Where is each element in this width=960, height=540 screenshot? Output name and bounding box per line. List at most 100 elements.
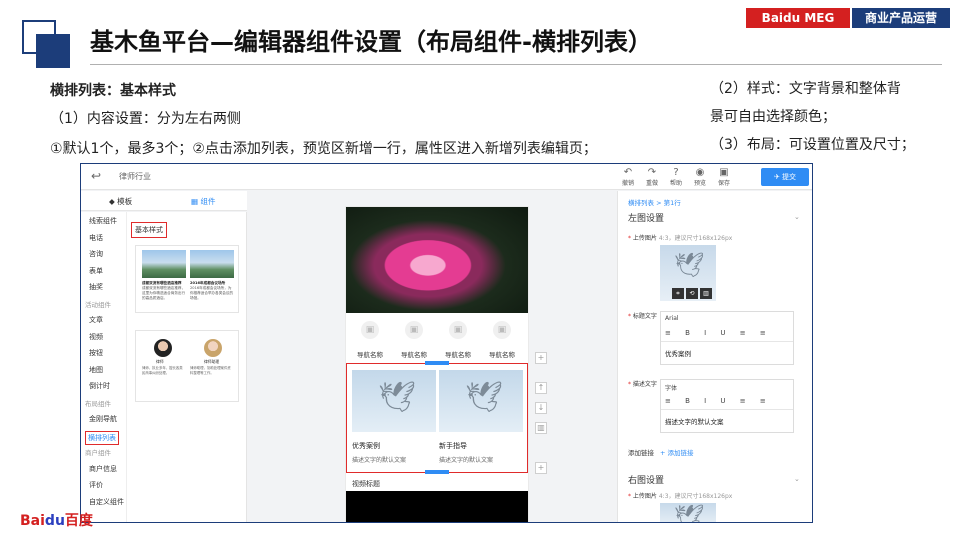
card-image-right bbox=[190, 250, 234, 278]
preview-canvas: ▣ 导航名称 ▣ 导航名称 ▣ 导航名称 ▣ 导航名称 🕊 优秀案例 描述文字的默认文案 🕊 … bbox=[345, 206, 529, 522]
component-item[interactable]: 金刚导航 bbox=[89, 414, 117, 424]
style-card-avatar[interactable]: 律师 律师助理 律师，执业多年，擅长各类民商事纠纷处理。 律师助理，协助处理案件… bbox=[135, 330, 239, 402]
component-item[interactable]: 线索组件 bbox=[89, 216, 117, 226]
link-row: 添加链接 + 添加链接 bbox=[628, 449, 694, 457]
desc-text-label: * 描述文字 bbox=[628, 381, 657, 388]
component-item[interactable]: 自定义组件 bbox=[89, 497, 124, 507]
video-block[interactable] bbox=[346, 491, 528, 522]
font-select[interactable]: Arial bbox=[665, 315, 679, 322]
toolbar-preview-button[interactable]: ◉ 预览 bbox=[689, 167, 711, 187]
desc-text-editor[interactable]: 字体 ≡ B I U ≡ ≡ 描述文字的默认文案 bbox=[660, 379, 794, 433]
title-text-input[interactable]: 优秀案例 bbox=[661, 342, 793, 364]
logo-filled-square bbox=[36, 34, 70, 68]
delete-icon[interactable]: ▥ bbox=[535, 422, 547, 434]
editor-toolbar: Arial ≡ B I U ≡ ≡ bbox=[661, 312, 793, 342]
font-select[interactable]: 字体 bbox=[665, 383, 677, 392]
style-card-image[interactable]: 成都双流有哪些酒店推荐 成都双流有哪些酒店推荐，这里为你精选适合商务出行的高品质酒… bbox=[135, 245, 239, 313]
gull-image: 🕊 bbox=[439, 370, 523, 432]
component-item[interactable]: 倒计时 bbox=[89, 381, 110, 391]
move-down-icon[interactable]: ↓ bbox=[535, 402, 547, 414]
toolbar-redo-button[interactable]: ↷ 重做 bbox=[641, 167, 663, 187]
avatar-desc-right: 律师助理，协助处理案件资料整理等工作。 bbox=[190, 366, 231, 375]
add-link-button[interactable]: + 添加链接 bbox=[660, 449, 694, 457]
nav-item-label: 导航名称 bbox=[489, 351, 515, 359]
chevron-down-icon[interactable]: ⌄ bbox=[794, 213, 800, 221]
replace-icon[interactable]: ⟲ bbox=[686, 288, 698, 299]
back-icon[interactable]: ↩ bbox=[91, 169, 101, 183]
list-item[interactable]: 🕊 新手指导 描述文字的默认文案 bbox=[439, 370, 523, 464]
toolbar-save-button[interactable]: ▣ 保存 bbox=[713, 167, 735, 187]
component-item[interactable]: 地图 bbox=[89, 365, 103, 375]
move-up-icon[interactable]: ↑ bbox=[535, 382, 547, 394]
toolbar-label: 撤销 bbox=[621, 180, 634, 187]
component-group-label: 商户组件 bbox=[85, 449, 111, 457]
desc-line-2: ①默认1个，最多3个；②点击添加列表，预览区新增一行，属性区进入新增列表编辑页； bbox=[50, 141, 597, 157]
chevron-down-icon[interactable]: ⌄ bbox=[794, 475, 800, 483]
upload-label: * 上传图片 4:3，建议尺寸168x126px bbox=[628, 493, 733, 500]
drag-handle-bottom[interactable] bbox=[425, 470, 449, 474]
style-panel: 基本样式 成都双流有哪些酒店推荐 成都双流有哪些酒店推荐，这里为你精选适合商务出行… bbox=[127, 212, 247, 522]
nav-item[interactable]: ▣ 导航名称 bbox=[482, 321, 522, 361]
style-label-basic[interactable]: 基本样式 bbox=[131, 222, 167, 238]
avatar-name-left: 律师 bbox=[156, 359, 164, 364]
list-item-desc: 描述文字的默认文案 bbox=[352, 457, 407, 464]
horizontal-list-block[interactable]: 🕊 优秀案例 描述文字的默认文案 🕊 新手指导 描述文字的默认文案 bbox=[346, 361, 528, 474]
submit-button[interactable]: ✈ 提交 bbox=[761, 168, 809, 186]
baidu-logo: Baidu百度 bbox=[20, 513, 93, 529]
crop-icon[interactable]: ⌗ bbox=[672, 288, 684, 299]
toolbar-help-button[interactable]: ? 帮助 bbox=[665, 167, 687, 187]
title-text-editor[interactable]: Arial ≡ B I U ≡ ≡ 优秀案例 bbox=[660, 311, 794, 365]
component-item[interactable]: 表单 bbox=[89, 266, 103, 276]
breadcrumb[interactable]: 横排列表 > 第1行 bbox=[628, 197, 681, 207]
toolbar-label: 重做 bbox=[645, 180, 658, 187]
component-group-label: 活动组件 bbox=[85, 300, 111, 309]
nav-item[interactable]: ▣ 导航名称 bbox=[438, 321, 478, 361]
editor-screenshot: ↩ 律师行业 ↶ 撤销 ↷ 重做? 帮助 ◉ 预览 ▣ 保存 ✈ 提交 ◆ 模板 ▦ 组件 线索… bbox=[80, 163, 813, 523]
component-item[interactable]: 电话 bbox=[89, 233, 103, 243]
tab-component[interactable]: ▦ 组件 bbox=[191, 196, 215, 207]
trash-icon[interactable]: ▥ bbox=[700, 288, 712, 299]
toolbar-label: 帮助 bbox=[669, 180, 682, 187]
toolbar-label: 预览 bbox=[693, 180, 706, 187]
toolbar-undo-button[interactable]: ↶ 撤销 bbox=[617, 167, 639, 187]
component-item[interactable]: 评价 bbox=[89, 480, 103, 490]
undo-icon: ↶ bbox=[623, 167, 633, 178]
component-group-label: 布局组件 bbox=[85, 399, 111, 408]
image-placeholder-icon: ▣ bbox=[405, 321, 423, 339]
left-image-section-title: 左图设置 bbox=[628, 214, 665, 224]
help-icon: ? bbox=[673, 167, 679, 178]
add-above-icon[interactable]: + bbox=[535, 352, 547, 364]
list-item-desc: 描述文字的默认文案 bbox=[439, 457, 494, 464]
upload-label: * 上传图片 4:3，建议尺寸168x126px bbox=[628, 235, 733, 242]
component-item[interactable]: 咨询 bbox=[89, 249, 103, 259]
nav-item[interactable]: ▣ 导航名称 bbox=[394, 321, 434, 361]
desc-heading: 横排列表：基本样式 bbox=[50, 83, 176, 99]
desc-text-input[interactable]: 描述文字的默认文案 bbox=[661, 410, 793, 432]
component-item[interactable]: 视频 bbox=[89, 332, 103, 342]
editor-toolbar: 字体 ≡ B I U ≡ ≡ bbox=[661, 380, 793, 410]
upload-image-preview[interactable]: 🕊 bbox=[660, 503, 716, 522]
nav-item-label: 导航名称 bbox=[445, 351, 471, 359]
component-item[interactable]: 商户信息 bbox=[89, 464, 117, 474]
desc-right-1: （2）样式：文字背景和整体背 bbox=[710, 81, 901, 97]
format-buttons[interactable]: ≡ B I U ≡ ≡ bbox=[665, 397, 772, 405]
nav-item-label: 导航名称 bbox=[357, 351, 383, 359]
component-item[interactable]: 按钮 bbox=[89, 348, 103, 358]
drag-handle-top[interactable] bbox=[425, 361, 449, 365]
list-item[interactable]: 🕊 优秀案例 描述文字的默认文案 bbox=[352, 370, 436, 464]
nav-item-label: 导航名称 bbox=[401, 351, 427, 359]
component-item[interactable]: 横排列表 bbox=[85, 430, 119, 445]
format-buttons[interactable]: ≡ B I U ≡ ≡ bbox=[665, 329, 772, 337]
upload-image-preview[interactable]: 🕊 ⌗ ⟲ ▥ bbox=[660, 245, 716, 301]
tab-template[interactable]: ◆ 模板 bbox=[109, 196, 132, 207]
nav-item[interactable]: ▣ 导航名称 bbox=[350, 321, 390, 361]
panel-tabs: ◆ 模板 ▦ 组件 bbox=[81, 191, 247, 211]
card-text-right: 2016年成都会议场所 2016年成都会议场所，为你推荐适合举办各类会议的场馆。 bbox=[190, 281, 234, 300]
component-item[interactable]: 抽奖 bbox=[89, 282, 103, 292]
preview-icon: ◉ bbox=[695, 167, 705, 178]
add-below-icon[interactable]: + bbox=[535, 462, 547, 474]
component-item[interactable]: 文章 bbox=[89, 315, 103, 325]
banner-image[interactable] bbox=[346, 207, 528, 313]
editor-topbar: ↩ 律师行业 ↶ 撤销 ↷ 重做? 帮助 ◉ 预览 ▣ 保存 ✈ 提交 bbox=[81, 164, 812, 190]
toolbar-label: 保存 bbox=[717, 180, 730, 187]
